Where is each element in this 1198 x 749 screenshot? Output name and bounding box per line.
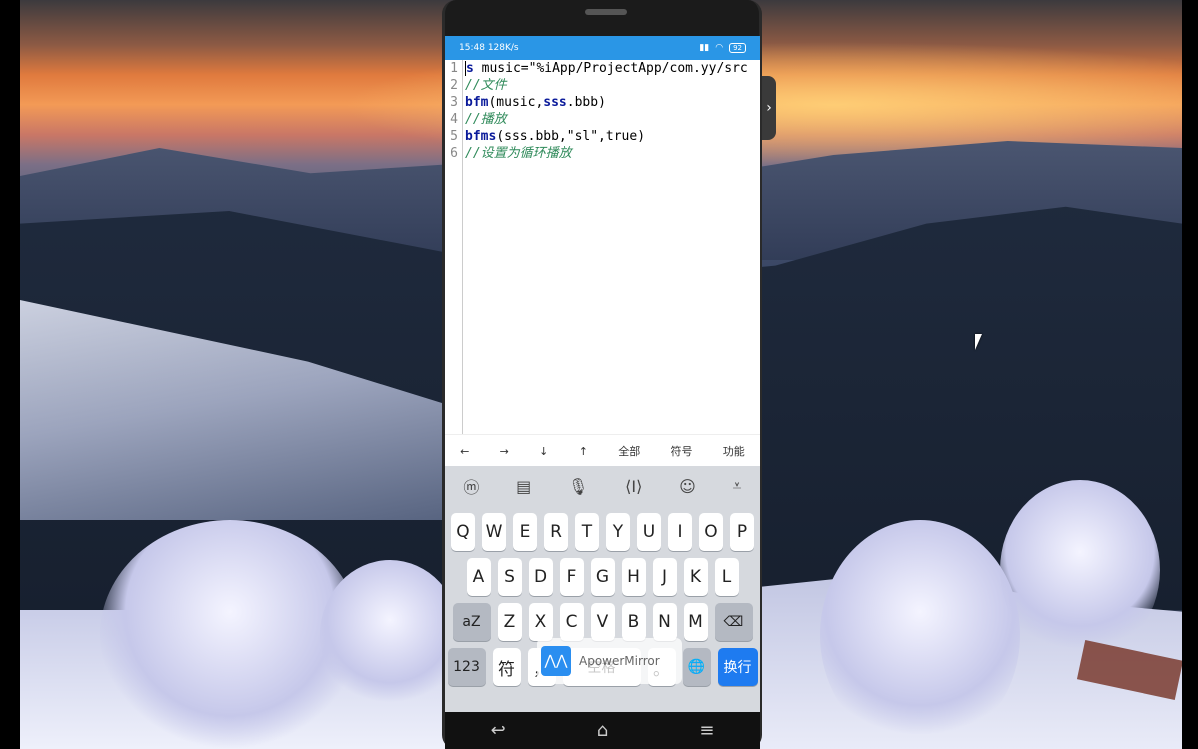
key-x[interactable]: X	[528, 603, 553, 641]
android-nav-bar: ↩ ⌂ ≡	[445, 712, 760, 749]
code-token: (music,	[488, 95, 544, 110]
cursor-up-button[interactable]: ↑	[579, 445, 588, 458]
code-line[interactable]: bfms(sss.bbb,"sl",true)	[465, 128, 760, 145]
functions-button[interactable]: 功能	[723, 443, 745, 459]
code-token: //播放	[465, 112, 507, 127]
status-speed: 128K/s	[487, 43, 519, 53]
key-a[interactable]: A	[466, 558, 491, 596]
line-number: 4	[450, 112, 458, 127]
symbols-button[interactable]: 符号	[671, 443, 693, 459]
mouse-cursor-icon	[975, 334, 982, 350]
key-c[interactable]: C	[559, 603, 584, 641]
home-icon[interactable]: ⌂	[597, 720, 608, 741]
key-h[interactable]: H	[621, 558, 646, 596]
editor-toolbar: ← → ↓ ↑ 全部 符号 功能	[445, 434, 760, 467]
key-w[interactable]: W	[482, 513, 506, 551]
line-number: 3	[450, 95, 458, 110]
line-number: 5	[450, 129, 458, 144]
battery-icon: 92	[729, 43, 746, 53]
code-line[interactable]: s music="%iApp/ProjectApp/com.yy/src	[465, 60, 760, 77]
key-r[interactable]: R	[544, 513, 568, 551]
phone-screen: 15:48 128K/s ▮▮ ◠ 92 1 2 3 4 5 6 s music…	[445, 36, 760, 712]
code-line[interactable]: //设置为循环播放	[465, 145, 760, 162]
menu-icon[interactable]: ≡	[699, 720, 714, 741]
code-token: sss	[543, 95, 567, 110]
status-time: 15:48	[459, 43, 485, 53]
key-l[interactable]: L	[714, 558, 739, 596]
key-row-3: aZ ZXCVBNM ⌫	[445, 603, 760, 641]
enter-key[interactable]: 换行	[717, 648, 758, 686]
snow-tree	[1000, 480, 1160, 660]
keyboard-function-bar: ⓜ ▤ 🎙 ⟨I⟩ ☺ ⩡	[445, 466, 760, 506]
ime-icon[interactable]: ⓜ	[463, 474, 479, 498]
code-line[interactable]: bfm(music,sss.bbb)	[465, 94, 760, 111]
key-k[interactable]: K	[683, 558, 708, 596]
symbols-key[interactable]: 符	[492, 648, 521, 686]
line-number: 6	[450, 146, 458, 161]
cursor-down-button[interactable]: ↓	[539, 445, 548, 458]
key-f[interactable]: F	[559, 558, 584, 596]
code-token: bfms	[465, 129, 497, 144]
key-e[interactable]: E	[513, 513, 537, 551]
code-token: (sss.bbb,"sl",true)	[496, 129, 646, 144]
code-token: bfm	[465, 95, 489, 110]
cursor-right-button[interactable]: →	[500, 445, 509, 458]
key-b[interactable]: B	[621, 603, 646, 641]
code-token: //设置为循环播放	[465, 146, 572, 161]
key-y[interactable]: Y	[606, 513, 630, 551]
globe-icon[interactable]: 🌐	[682, 648, 711, 686]
mic-icon[interactable]: 🎙	[568, 477, 588, 496]
code-line[interactable]: //文件	[465, 77, 760, 94]
line-number: 2	[450, 78, 458, 93]
soft-keyboard: ⓜ ▤ 🎙 ⟨I⟩ ☺ ⩡ QWERTYUIOP ASDFGHJKL aZ ZX…	[445, 466, 760, 712]
key-row-1: QWERTYUIOP	[445, 513, 760, 551]
code-token: s	[465, 61, 474, 76]
backspace-icon[interactable]: ⌫	[714, 603, 753, 641]
key-q[interactable]: Q	[451, 513, 475, 551]
cursor-left-button[interactable]: ←	[460, 445, 469, 458]
key-j[interactable]: J	[652, 558, 677, 596]
keyboard-icon[interactable]: ▤	[516, 477, 531, 496]
key-s[interactable]: S	[497, 558, 522, 596]
code-line[interactable]: //播放	[465, 111, 760, 128]
key-n[interactable]: N	[652, 603, 677, 641]
snow-tree	[320, 560, 460, 710]
watermark-text: ApowerMirror	[579, 654, 660, 668]
apowermirror-watermark: ⋀⋀ ApowerMirror	[537, 638, 682, 684]
code-token: //文件	[465, 78, 507, 93]
signal-icon: ▮▮	[699, 43, 710, 53]
key-o[interactable]: O	[699, 513, 723, 551]
key-i[interactable]: I	[668, 513, 692, 551]
cursor-icon[interactable]: ⟨I⟩	[625, 477, 642, 496]
speaker-grille	[585, 9, 627, 15]
mirror-side-panel-toggle[interactable]: ›	[762, 76, 776, 140]
shift-key[interactable]: aZ	[452, 603, 491, 641]
emoji-icon[interactable]: ☺	[679, 477, 696, 496]
apowermirror-logo-icon: ⋀⋀	[541, 646, 571, 676]
code-token: .bbb)	[566, 95, 606, 110]
key-z[interactable]: Z	[497, 603, 522, 641]
key-d[interactable]: D	[528, 558, 553, 596]
status-bar: 15:48 128K/s ▮▮ ◠ 92	[445, 36, 760, 60]
code-text[interactable]: s music="%iApp/ProjectApp/com.yy/src//文件…	[465, 60, 760, 162]
line-number: 1	[450, 61, 458, 76]
snow-tree	[820, 520, 1020, 749]
back-icon[interactable]: ↩	[491, 720, 506, 741]
key-t[interactable]: T	[575, 513, 599, 551]
hide-keyboard-icon[interactable]: ⩡	[733, 476, 742, 496]
line-number-gutter: 1 2 3 4 5 6	[445, 60, 463, 440]
code-token: music="%iApp/ProjectApp/com.yy/src	[473, 61, 748, 76]
wifi-icon: ◠	[715, 43, 724, 53]
key-m[interactable]: M	[683, 603, 708, 641]
key-v[interactable]: V	[590, 603, 615, 641]
numbers-key[interactable]: 123	[447, 648, 486, 686]
key-u[interactable]: U	[637, 513, 661, 551]
key-g[interactable]: G	[590, 558, 615, 596]
key-p[interactable]: P	[730, 513, 754, 551]
key-row-2: ASDFGHJKL	[445, 558, 760, 596]
select-all-button[interactable]: 全部	[618, 443, 640, 459]
code-editor[interactable]: 1 2 3 4 5 6 s music="%iApp/ProjectApp/co…	[445, 60, 760, 440]
